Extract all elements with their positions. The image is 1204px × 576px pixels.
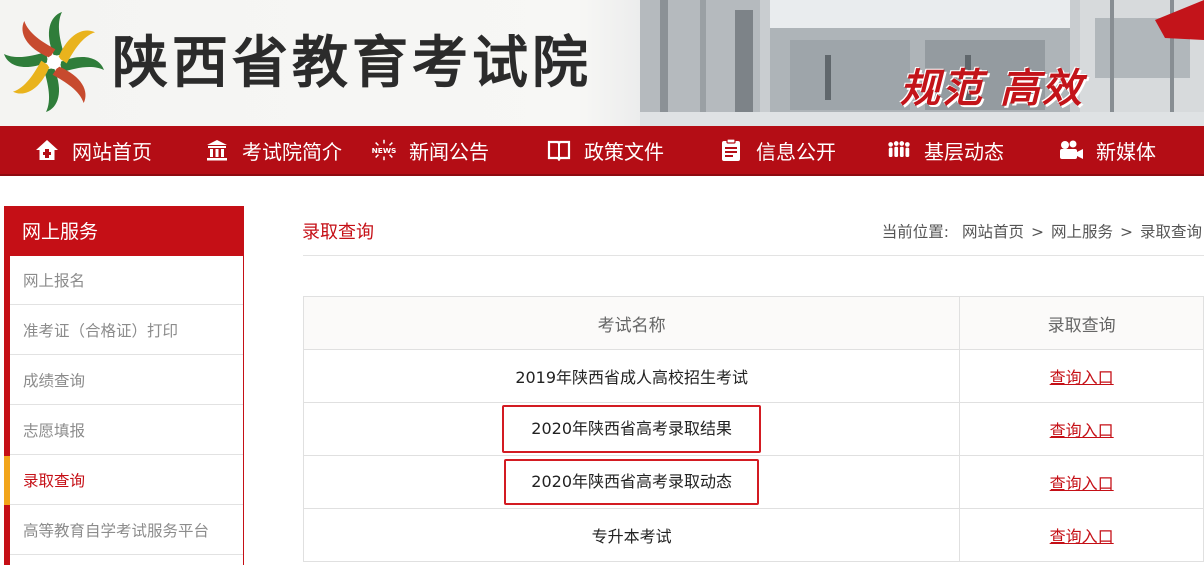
table-row: 2019年陕西省成人高校招生考试 查询入口	[302, 349, 1204, 403]
sidebar-item-registration[interactable]: 网上报名	[10, 256, 243, 305]
highlighted-exam-name: 2020年陕西省高考录取动态	[504, 459, 760, 505]
nav-item-policy[interactable]: 政策文件	[546, 126, 664, 174]
query-cell: 查询入口	[959, 349, 1204, 403]
camera-icon	[1058, 137, 1084, 163]
header-banner: 陕西省教育考试院 规范 高效	[0, 0, 1204, 126]
table-header-row: 考试名称 录取查询	[302, 296, 1204, 350]
nav-label: 信息公开	[756, 139, 836, 164]
nav-label: 网站首页	[72, 139, 152, 164]
nav-label: 政策文件	[584, 139, 664, 164]
logo-icon	[4, 12, 104, 112]
title-divider	[303, 255, 1204, 256]
breadcrumb-prefix: 当前位置:	[881, 223, 950, 241]
home-icon	[34, 137, 60, 163]
sidebar-item-admission-query[interactable]: 录取查询	[4, 456, 243, 505]
nav-label: 新闻公告	[409, 139, 489, 164]
building-icon	[204, 137, 230, 163]
exam-name-cell: 专升本考试	[302, 508, 961, 562]
nav-label: 基层动态	[924, 139, 1004, 164]
column-header-exam-name: 考试名称	[302, 296, 961, 350]
highlighted-exam-name: 2020年陕西省高考录取结果	[502, 405, 762, 453]
query-entry-link[interactable]: 查询入口	[1050, 474, 1114, 493]
svg-text:NEWS: NEWS	[372, 146, 397, 155]
book-icon	[546, 137, 572, 163]
nav-item-home[interactable]: 网站首页	[34, 126, 152, 174]
query-entry-link[interactable]: 查询入口	[1050, 421, 1114, 440]
column-header-query: 录取查询	[959, 296, 1204, 350]
sidebar-title: 网上服务	[22, 221, 99, 243]
exam-name-cell: 2020年陕西省高考录取动态	[302, 455, 961, 509]
sidebar: 网上服务 网上报名 准考证（合格证）打印 成绩查询 志愿填报 录取查询 高等教育…	[4, 206, 244, 576]
nav-item-disclosure[interactable]: 信息公开	[718, 126, 836, 174]
document-icon	[718, 137, 744, 163]
sidebar-menu: 网上报名 准考证（合格证）打印 成绩查询 志愿填报 录取查询 高等教育自学考试服…	[4, 256, 243, 576]
query-entry-link[interactable]: 查询入口	[1050, 368, 1114, 387]
exam-name-cell: 2019年陕西省成人高校招生考试	[302, 349, 961, 403]
query-cell: 查询入口	[959, 455, 1204, 509]
exam-name-cell: 2020年陕西省高考录取结果	[302, 402, 961, 456]
slogan: 规范 高效	[900, 65, 1084, 112]
nav-item-news[interactable]: NEWS 新闻公告	[371, 126, 489, 174]
breadcrumb: 当前位置: 网站首页 > 网上服务 > 录取查询	[882, 220, 1202, 242]
sidebar-item-self-study-platform[interactable]: 高等教育自学考试服务平台	[10, 506, 243, 555]
breadcrumb-current[interactable]: 录取查询	[1140, 223, 1202, 241]
nav-label: 考试院简介	[242, 139, 342, 164]
sidebar-item-application[interactable]: 志愿填报	[10, 406, 243, 455]
table-row: 专升本考试 查询入口	[302, 508, 1204, 562]
query-entry-link[interactable]: 查询入口	[1050, 527, 1114, 546]
breadcrumb-home[interactable]: 网站首页	[962, 223, 1024, 241]
breadcrumb-separator: >	[1030, 223, 1044, 241]
table-row: 2020年陕西省高考录取结果 查询入口	[302, 402, 1204, 456]
main-nav: 网站首页 考试院简介 NEWS 新闻公告 政策文件 信息公开 基层动态 新媒体	[0, 126, 1204, 176]
admission-table: 考试名称 录取查询 2019年陕西省成人高校招生考试 查询入口 2020年陕西省…	[302, 296, 1204, 562]
news-icon: NEWS	[371, 137, 397, 163]
sidebar-item-admission-ticket[interactable]: 准考证（合格证）打印	[10, 306, 243, 355]
breadcrumb-online-services[interactable]: 网上服务	[1051, 223, 1113, 241]
sidebar-item-scores[interactable]: 成绩查询	[10, 356, 243, 405]
breadcrumb-separator: >	[1119, 223, 1133, 241]
people-icon	[886, 137, 912, 163]
query-cell: 查询入口	[959, 508, 1204, 562]
query-cell: 查询入口	[959, 402, 1204, 456]
page-title: 录取查询	[302, 222, 374, 243]
nav-item-about[interactable]: 考试院简介	[204, 126, 342, 174]
nav-label: 新媒体	[1096, 139, 1156, 164]
site-title: 陕西省教育考试院	[112, 30, 592, 96]
nav-item-new-media[interactable]: 新媒体	[1058, 126, 1156, 174]
nav-item-local-news[interactable]: 基层动态	[886, 126, 1004, 174]
table-row: 2020年陕西省高考录取动态 查询入口	[302, 455, 1204, 509]
